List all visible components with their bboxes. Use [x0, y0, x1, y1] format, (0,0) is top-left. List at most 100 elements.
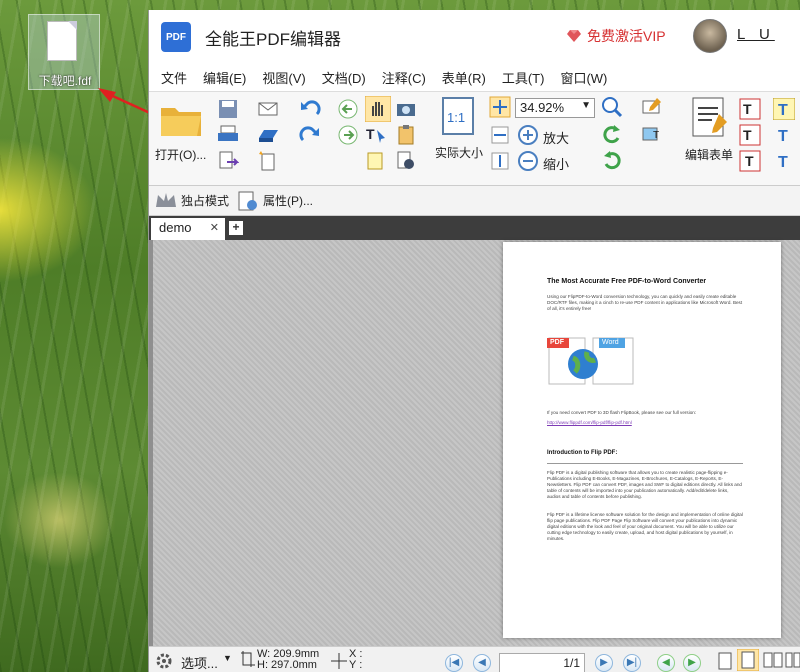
doc-paragraph-2: If you need convert PDF to 3D flash Flip…	[547, 410, 697, 415]
add-tab-button[interactable]: +	[229, 221, 243, 235]
rotate-right-icon[interactable]	[601, 150, 623, 172]
save-icon[interactable]	[217, 98, 239, 120]
forward-icon[interactable]	[337, 124, 359, 146]
fit-width-icon[interactable]	[489, 124, 511, 146]
close-icon[interactable]: ✕	[210, 221, 219, 234]
export-icon[interactable]	[217, 150, 239, 172]
menu-view[interactable]: 视图(V)	[262, 68, 305, 87]
zoom-out-button[interactable]: 缩小	[517, 150, 597, 172]
prev-page-button[interactable]: ◀	[473, 654, 491, 672]
doc-link[interactable]: http://www.flippdf.com/flip-pdf/flip-pdf…	[547, 420, 743, 426]
secondary-toolbar: 独占模式 属性(P)...	[149, 186, 800, 216]
note-text-icon[interactable]: T	[773, 150, 795, 172]
vip-activate-button[interactable]: 免费激活VIP	[567, 26, 666, 46]
single-page-view-icon[interactable]	[717, 651, 733, 671]
svg-text:T: T	[778, 102, 788, 119]
menu-window[interactable]: 窗口(W)	[560, 68, 607, 87]
properties-icon	[238, 191, 258, 210]
typewriter-icon[interactable]: T	[773, 98, 795, 120]
menu-bar: 文件 编辑(E) 视图(V) 文档(D) 注释(C) 表单(R) 工具(T) 窗…	[149, 64, 800, 92]
document-viewer[interactable]: The Most Accurate Free PDF-to-Word Conve…	[149, 240, 800, 648]
hand-tool-icon[interactable]	[365, 96, 391, 122]
select-text-icon[interactable]: T	[365, 124, 387, 146]
highlight-icon[interactable]	[365, 150, 387, 172]
diamond-icon	[567, 30, 581, 42]
history-forward-button[interactable]: ▶	[683, 654, 701, 672]
rotate-left-icon[interactable]	[601, 124, 623, 146]
menu-document[interactable]: 文档(D)	[322, 68, 366, 87]
back-icon[interactable]	[337, 98, 359, 120]
page-size-icon	[241, 651, 255, 667]
vip-label: 免费激活VIP	[587, 28, 666, 44]
menu-form[interactable]: 表单(R)	[442, 68, 486, 87]
magnifier-icon[interactable]	[601, 96, 623, 118]
callout-icon[interactable]: T	[773, 124, 795, 146]
print-icon[interactable]	[217, 124, 239, 146]
camera-icon[interactable]	[395, 98, 417, 120]
zoom-in-label: 放大	[543, 131, 570, 146]
user-avatar[interactable]	[693, 19, 727, 53]
actual-size-label: 实际大小	[435, 146, 484, 160]
app-window: PDF 全能王PDF编辑器 免费激活VIP L U 文件 编辑(E) 视图(V)…	[148, 10, 800, 672]
options-button[interactable]: 选项...	[181, 653, 218, 672]
doc-paragraph-4: Flip PDF is a lifetime license software …	[547, 512, 743, 541]
continuous-facing-view-icon[interactable]	[785, 651, 800, 671]
clipboard-icon[interactable]	[395, 124, 417, 146]
fit-visible-icon[interactable]	[489, 150, 511, 172]
doc-heading-2: Introduction to Flip PDF:	[547, 450, 618, 456]
email-icon[interactable]	[257, 98, 279, 120]
text-box-icon[interactable]: T	[739, 124, 761, 146]
continuous-view-icon[interactable]	[737, 649, 759, 671]
last-page-button[interactable]: ▶|	[623, 654, 641, 672]
pdf-page: The Most Accurate Free PDF-to-Word Conve…	[503, 242, 781, 638]
doc-heading: The Most Accurate Free PDF-to-Word Conve…	[547, 278, 707, 285]
next-page-button[interactable]: ▶	[595, 654, 613, 672]
edit-form-button[interactable]: 编辑表单	[683, 96, 739, 180]
menu-file[interactable]: 文件	[161, 68, 187, 87]
menu-edit[interactable]: 编辑(E)	[203, 68, 246, 87]
facing-view-icon[interactable]	[763, 651, 783, 671]
open-label: 打开(O)...	[155, 148, 207, 162]
crown-icon	[156, 192, 176, 207]
crosshair-icon	[331, 653, 347, 669]
menu-tools[interactable]: 工具(T)	[502, 68, 545, 87]
text-field-icon[interactable]: T	[739, 150, 761, 172]
menu-comment[interactable]: 注释(C)	[382, 68, 426, 87]
pdf-to-word-image: PDF Word	[547, 334, 635, 388]
app-title: 全能王PDF编辑器	[205, 29, 341, 49]
new-document-icon[interactable]	[257, 150, 279, 172]
svg-text:T: T	[778, 154, 788, 171]
first-page-button[interactable]: |◀	[445, 654, 463, 672]
svg-text:T: T	[743, 127, 752, 143]
file-icon	[47, 21, 77, 61]
redo-icon[interactable]	[299, 124, 321, 146]
options-dropdown-icon[interactable]: ▼	[223, 653, 232, 663]
actual-size-button[interactable]: 1:1 实际大小	[435, 96, 487, 180]
svg-text:T: T	[745, 153, 754, 169]
fit-page-icon[interactable]	[489, 96, 511, 118]
find-icon[interactable]	[395, 150, 417, 172]
zoom-in-button[interactable]: 放大	[517, 124, 597, 146]
open-button[interactable]: 打开(O)...	[155, 98, 207, 178]
scan-icon[interactable]	[257, 124, 279, 146]
zoom-in-icon	[518, 125, 538, 145]
form-field-icon[interactable]	[641, 96, 663, 118]
svg-text:T: T	[653, 130, 659, 141]
user-name[interactable]: L U	[737, 26, 775, 43]
desktop-file-name: 下载吧.fdf	[38, 74, 92, 88]
tab-demo[interactable]: demo ✕	[151, 218, 225, 240]
image-text-icon[interactable]: T	[641, 124, 663, 146]
svg-text:1:1: 1:1	[447, 110, 465, 125]
history-back-button[interactable]: ◀	[657, 654, 675, 672]
zoom-out-icon	[518, 151, 538, 171]
page-number-input[interactable]: 1/1	[499, 653, 585, 672]
undo-icon[interactable]	[299, 98, 321, 120]
properties-button[interactable]: 属性(P)...	[263, 192, 313, 209]
exclusive-mode-button[interactable]: 独占模式	[181, 192, 229, 209]
svg-text:T: T	[366, 126, 375, 142]
add-text-icon[interactable]: T	[739, 98, 761, 120]
status-bar: 选项... ▼ W: 209.9mm H: 297.0mm X : Y : |◀…	[149, 646, 800, 672]
zoom-select[interactable]: 34.92% ▼	[515, 98, 595, 118]
ribbon-toolbar: 打开(O)... T 1:1 实际大小 34.92% ▼ 放大 缩小 T 编辑表…	[149, 92, 800, 186]
desktop-file-icon[interactable]: 下载吧.fdf	[28, 14, 100, 90]
